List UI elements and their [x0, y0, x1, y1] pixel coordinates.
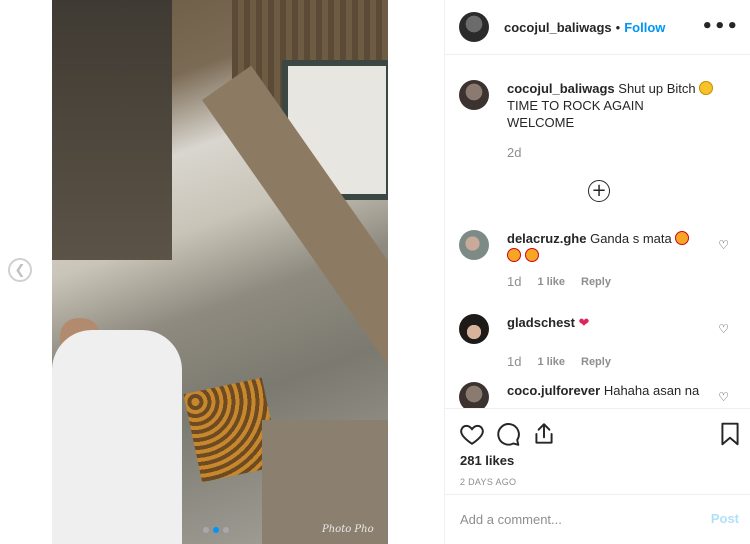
carousel-dot	[223, 527, 229, 533]
commenter-avatar[interactable]	[459, 314, 489, 344]
caption-text: cocojul_baliwags Shut up Bitch TIME TO R…	[507, 80, 733, 131]
carousel-dot-active	[213, 527, 219, 533]
author-username[interactable]: cocojul_baliwags	[504, 20, 612, 35]
post-date: 2 DAYS AGO	[460, 477, 517, 487]
caption-line1: Shut up Bitch	[618, 81, 696, 96]
follow-button[interactable]: Follow	[624, 20, 665, 35]
like-comment-heart-icon[interactable]: ♡	[718, 322, 729, 336]
plus-circle-icon: +	[591, 180, 607, 201]
comment-body: coco.julforever Hahaha asan na	[507, 382, 719, 399]
like-heart-icon[interactable]	[459, 421, 485, 447]
add-comment-bar: Post	[445, 494, 750, 544]
load-more-comments-button[interactable]: +	[588, 180, 610, 202]
carousel-dot	[203, 527, 209, 533]
carousel-indicator	[203, 527, 229, 533]
caption-avatar[interactable]	[459, 80, 489, 110]
photo-wall	[52, 0, 172, 260]
comment-item: delacruz.ghe Ganda s mata 1d 1 like Repl…	[459, 230, 743, 289]
commenter-username[interactable]: delacruz.ghe	[507, 231, 586, 246]
comment-meta: 1d 1 like Reply	[507, 274, 743, 289]
commenter-avatar[interactable]	[459, 382, 489, 408]
comments-section[interactable]: cocojul_baliwags Shut up Bitch TIME TO R…	[445, 56, 750, 408]
bookmark-icon[interactable]	[717, 421, 743, 447]
star-eyes-emoji-icon	[507, 248, 521, 262]
comment-text: Hahaha asan na	[603, 383, 700, 398]
author-avatar[interactable]	[459, 12, 489, 42]
add-comment-input[interactable]	[460, 509, 690, 529]
like-comment-heart-icon[interactable]: ♡	[718, 238, 729, 252]
post-side-panel: cocojul_baliwags • Follow ••• cocojul_ba…	[444, 0, 750, 544]
comment-body: gladschest ❤	[507, 314, 719, 332]
post-actions: 281 likes 2 DAYS AGO	[445, 408, 750, 494]
post-header: cocojul_baliwags • Follow •••	[445, 0, 750, 55]
comment-item: coco.julforever Hahaha asan na ♡	[459, 382, 743, 408]
star-eyes-emoji-icon	[675, 231, 690, 245]
caption-line2: TIME TO ROCK AGAIN	[507, 98, 644, 113]
comment-likes[interactable]: 1 like	[537, 356, 565, 368]
post-media: Photo Pho ❮	[0, 0, 444, 544]
share-icon[interactable]	[531, 421, 557, 447]
previous-image-button[interactable]: ❮	[8, 258, 32, 282]
red-heart-emoji-icon: ❤	[578, 316, 590, 331]
chevron-left-icon: ❮	[14, 262, 26, 278]
star-eyes-emoji-icon	[524, 248, 539, 262]
commenter-username[interactable]: gladschest	[507, 315, 575, 330]
comment-reply-button[interactable]: Reply	[581, 356, 611, 368]
header-separator: •	[615, 19, 621, 35]
more-options-icon[interactable]: •••	[701, 16, 739, 37]
comment-meta: 1d 1 like Reply	[507, 354, 743, 369]
photo-person	[52, 330, 182, 544]
comment-age: 1d	[507, 354, 522, 369]
post-comment-button[interactable]: Post	[711, 511, 739, 526]
post-photo[interactable]: Photo Pho	[52, 0, 388, 544]
comment-age: 1d	[507, 274, 522, 289]
like-comment-heart-icon[interactable]: ♡	[718, 390, 729, 404]
likes-count[interactable]: 281 likes	[460, 453, 514, 468]
comment-item: gladschest ❤ 1d 1 like Reply ♡	[459, 314, 743, 369]
caption-time: 2d	[507, 145, 522, 160]
comment-body: delacruz.ghe Ganda s mata	[507, 230, 719, 264]
comment-reply-button[interactable]: Reply	[581, 276, 611, 288]
comment-text: Ganda s mata	[590, 231, 672, 246]
comment-bubble-icon[interactable]	[495, 421, 521, 447]
caption-line3: WELCOME	[507, 115, 575, 130]
photo-watermark: Photo Pho	[322, 524, 374, 535]
commenter-avatar[interactable]	[459, 230, 489, 260]
laughing-emoji-icon	[699, 81, 714, 95]
post-caption: cocojul_baliwags Shut up Bitch TIME TO R…	[459, 80, 739, 160]
comment-likes[interactable]: 1 like	[537, 276, 565, 288]
instagram-post-view: Photo Pho ❮ cocojul_baliwags • Follow ••…	[0, 0, 750, 544]
caption-username[interactable]: cocojul_baliwags	[507, 81, 615, 96]
commenter-username[interactable]: coco.julforever	[507, 383, 600, 398]
